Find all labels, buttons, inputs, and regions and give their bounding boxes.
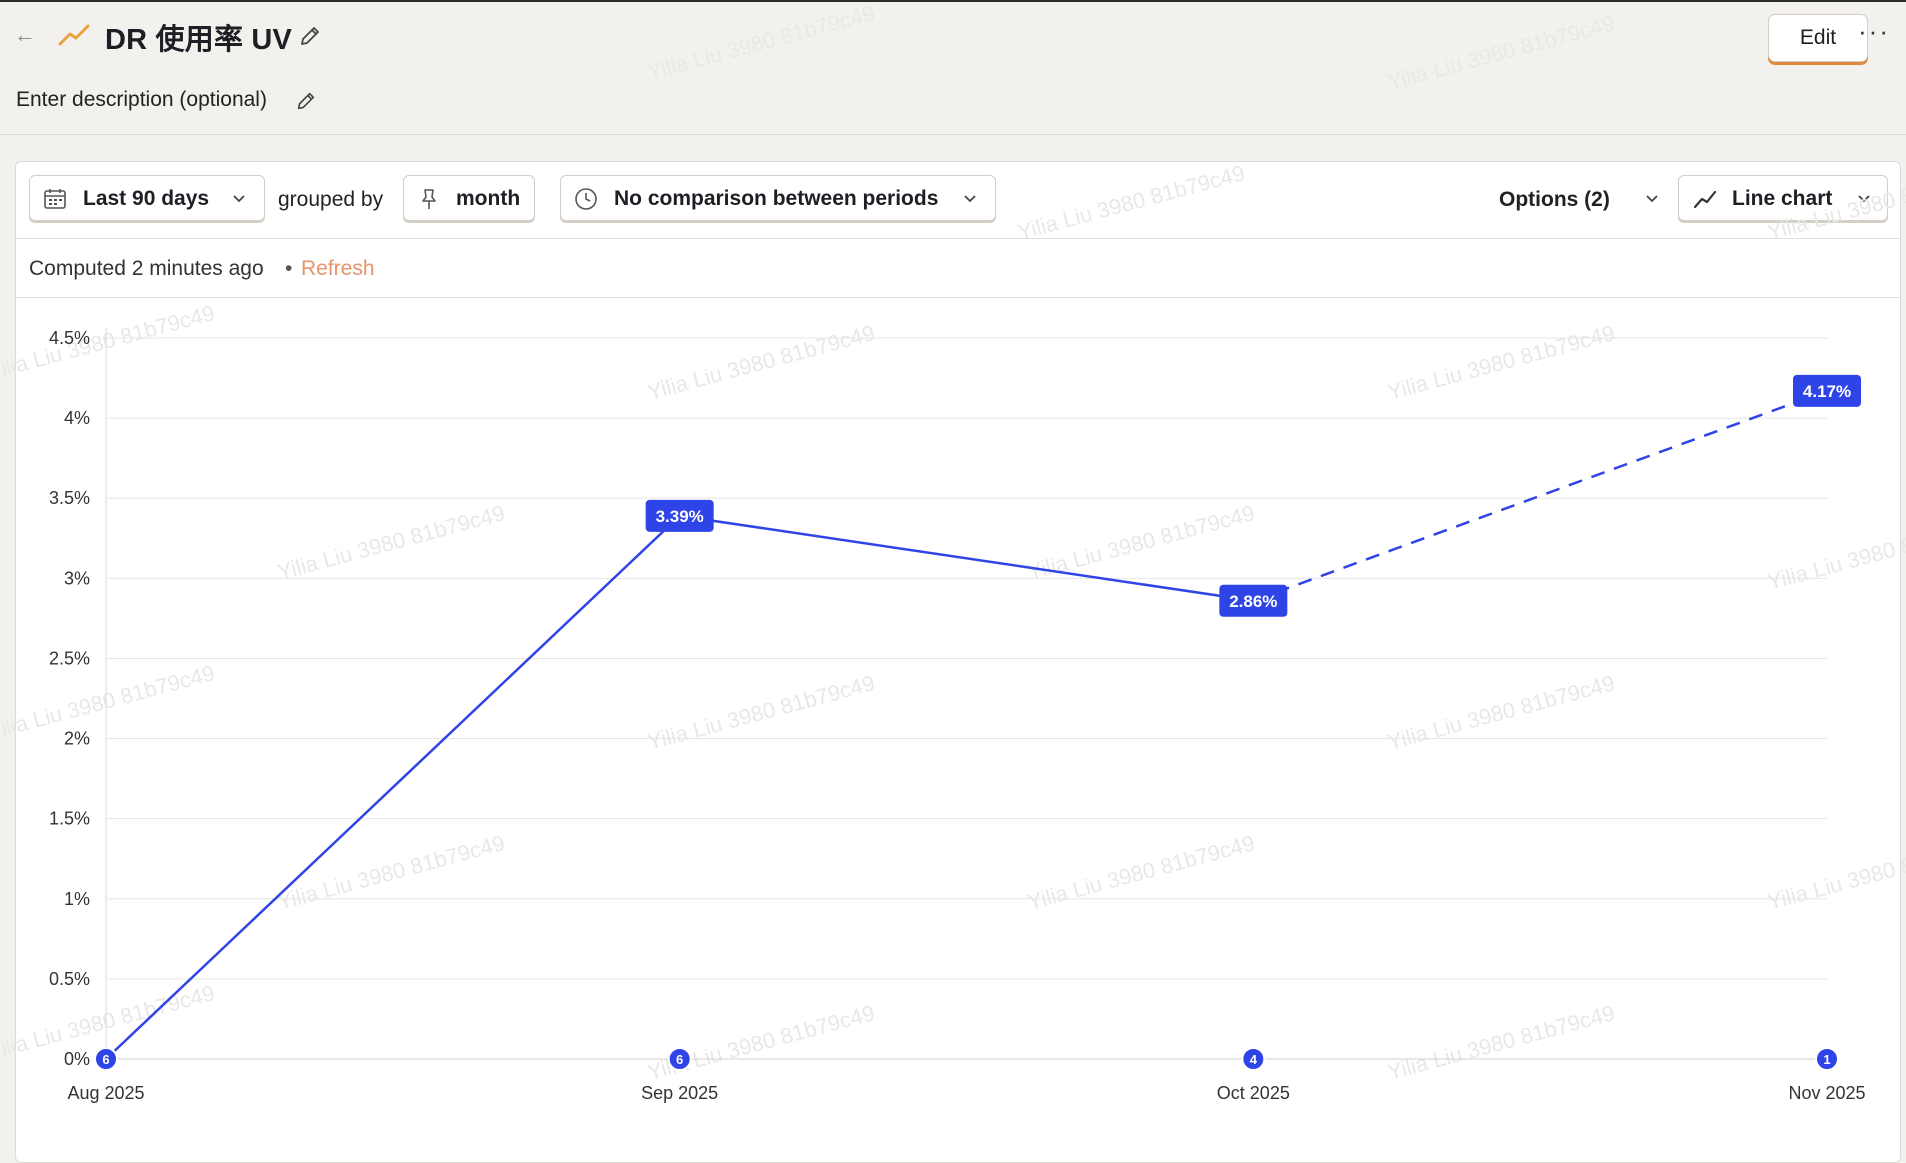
watermark-text: Yilia Liu 3980 81b79c49 bbox=[1015, 160, 1248, 245]
watermark-text: Yilia Liu 3980 81b79c49 bbox=[1765, 160, 1906, 245]
y-tick-label: 4.5% bbox=[49, 328, 90, 348]
watermark-text: Yilia Liu 3980 81b79c49 bbox=[275, 830, 508, 915]
x-tick-label: Nov 2025 bbox=[1788, 1083, 1865, 1103]
watermark-text: Yilia Liu 3980 81b79c49 bbox=[1385, 320, 1618, 405]
count-marker-label: 4 bbox=[1250, 1052, 1258, 1067]
series-line-incomplete-segment bbox=[1252, 389, 1828, 602]
watermark-text: Yilia Liu 3980 81b79c49 bbox=[1765, 830, 1906, 915]
watermark-text: Yilia Liu 3980 81b79c49 bbox=[645, 1000, 878, 1085]
y-tick-label: 2.5% bbox=[49, 648, 90, 668]
y-tick-label: 2% bbox=[64, 729, 90, 749]
y-tick-label: 1.5% bbox=[49, 809, 90, 829]
count-marker-label: 6 bbox=[102, 1052, 109, 1067]
watermark-text: Yilia Liu 3980 81b79c49 bbox=[645, 670, 878, 755]
watermark-text: Yilia Liu 3980 81b79c49 bbox=[645, 320, 878, 405]
y-tick-label: 3.5% bbox=[49, 488, 90, 508]
watermark-text: Yilia Liu 3980 81b79c49 bbox=[1385, 670, 1618, 755]
y-tick-label: 1% bbox=[64, 889, 90, 909]
watermark-text: Yilia Liu 3980 81b79c49 bbox=[645, 0, 878, 85]
watermark-text: Yilia Liu 3980 81b79c49 bbox=[0, 300, 217, 385]
y-tick-label: 4% bbox=[64, 408, 90, 428]
watermark-text: Yilia Liu 3980 81b79c49 bbox=[1025, 830, 1258, 915]
series-line-segment bbox=[105, 514, 681, 1060]
data-label: 2.86% bbox=[1229, 592, 1277, 611]
y-tick-label: 3% bbox=[64, 568, 90, 588]
x-tick-label: Oct 2025 bbox=[1217, 1083, 1290, 1103]
x-tick-label: Sep 2025 bbox=[641, 1083, 718, 1103]
count-marker-label: 6 bbox=[676, 1052, 683, 1067]
data-label: 4.17% bbox=[1803, 382, 1851, 401]
y-tick-label: 0.5% bbox=[49, 969, 90, 989]
watermark-text: Yilia Liu 3980 81b79c49 bbox=[1765, 510, 1906, 595]
watermark-text: Yilia Liu 3980 81b79c49 bbox=[0, 660, 217, 745]
watermark-text: Yilia Liu 3980 81b79c49 bbox=[1385, 1000, 1618, 1085]
watermark-text: Yilia Liu 3980 81b79c49 bbox=[275, 500, 508, 585]
x-tick-label: Aug 2025 bbox=[67, 1083, 144, 1103]
line-chart: Yilia Liu 3980 81b79c49 Yilia Liu 3980 81… bbox=[0, 0, 1906, 1103]
count-marker-label: 1 bbox=[1823, 1052, 1830, 1067]
data-label: 3.39% bbox=[656, 507, 704, 526]
y-tick-label: 0% bbox=[64, 1049, 90, 1069]
watermark-text: Yilia Liu 3980 81b79c49 bbox=[1385, 10, 1618, 95]
